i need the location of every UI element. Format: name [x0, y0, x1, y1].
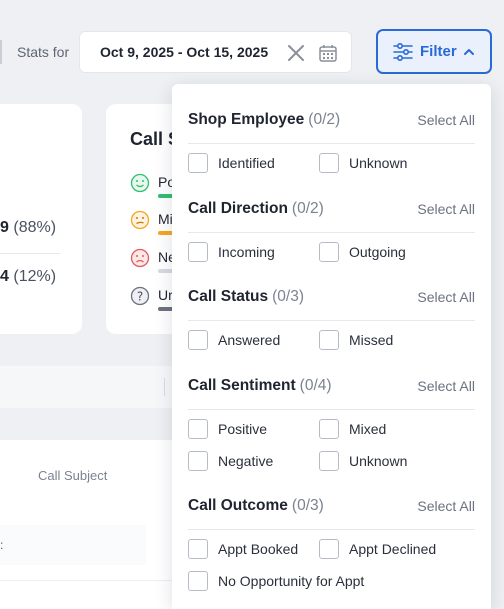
truncated-cell-text: :	[0, 538, 4, 552]
checkbox[interactable]	[188, 153, 208, 173]
sentiment-label: Mi	[158, 211, 173, 227]
checkbox[interactable]	[188, 539, 208, 559]
select-all-link[interactable]: Select All	[417, 112, 475, 128]
sliders-icon	[393, 43, 413, 61]
checkbox[interactable]	[319, 451, 339, 471]
option-label: No Opportunity for Appt	[218, 573, 365, 589]
calendar-icon[interactable]	[318, 43, 338, 63]
checkbox[interactable]	[319, 419, 339, 439]
toolbar-divider	[164, 378, 165, 396]
option-label: Appt Declined	[349, 541, 437, 557]
happy-face-icon	[130, 173, 150, 193]
question-icon: ?	[130, 286, 150, 306]
table-row[interactable]	[0, 525, 146, 565]
section-count: (0/2)	[291, 200, 324, 217]
column-header-call-subject[interactable]: Call Subject	[38, 468, 107, 483]
stat-row-2: 4 (12%)	[0, 268, 56, 286]
select-all-link[interactable]: Select All	[417, 201, 475, 217]
chevron-up-icon	[464, 49, 474, 55]
section-divider	[188, 409, 475, 410]
option-label: Answered	[218, 332, 281, 348]
option-label: Identified	[218, 155, 275, 171]
stat-value: 4	[0, 268, 9, 285]
checkbox[interactable]	[319, 153, 339, 173]
checkbox[interactable]	[319, 539, 339, 559]
date-range-text: Oct 9, 2025 - Oct 15, 2025	[100, 44, 269, 60]
section-count: (0/3)	[272, 288, 304, 305]
option-label: Negative	[218, 453, 274, 469]
clear-date-icon[interactable]	[286, 43, 306, 63]
stat-value: 9	[0, 219, 9, 236]
option-label: Mixed	[349, 421, 387, 437]
section-count: (0/4)	[299, 377, 332, 394]
section-title: Call Direction (0/2)	[188, 200, 324, 217]
section-title: Call Status (0/3)	[188, 288, 304, 305]
date-range-picker[interactable]: Oct 9, 2025 - Oct 15, 2025	[79, 31, 352, 73]
filter-button[interactable]: Filter	[376, 29, 492, 74]
section-divider	[188, 143, 475, 144]
sad-face-icon	[130, 248, 150, 268]
select-all-link[interactable]: Select All	[417, 378, 475, 394]
section-title: Call Outcome (0/3)	[188, 497, 324, 514]
filter-label: Filter	[420, 43, 457, 60]
section-divider	[188, 320, 475, 321]
option-label: Appt Booked	[218, 541, 299, 557]
select-all-link[interactable]: Select All	[417, 289, 475, 305]
option-label: Positive	[218, 421, 268, 437]
stat-percent: (12%)	[13, 268, 57, 285]
stat-row-1: 9 (88%)	[0, 219, 56, 237]
sentiment-label: Ur	[158, 287, 173, 303]
section-title: Shop Employee (0/2)	[188, 111, 341, 128]
neutral-face-icon	[130, 210, 150, 230]
toolbar-divider	[0, 40, 2, 64]
checkbox[interactable]	[188, 571, 208, 591]
checkbox[interactable]	[319, 242, 339, 262]
stat-percent: (88%)	[13, 219, 57, 236]
checkbox[interactable]	[319, 330, 339, 350]
checkbox[interactable]	[188, 451, 208, 471]
checkbox[interactable]	[188, 419, 208, 439]
checkbox[interactable]	[188, 330, 208, 350]
filter-dropdown-panel: Shop Employee (0/2) Select All Identified…	[172, 84, 491, 609]
section-divider	[188, 529, 475, 530]
table-toolbar	[0, 366, 200, 408]
option-label: Incoming	[218, 244, 275, 260]
row-divider	[0, 580, 200, 581]
svg-text:?: ?	[137, 290, 143, 304]
section-count: (0/2)	[308, 111, 341, 128]
section-count: (0/3)	[291, 497, 324, 514]
option-label: Missed	[349, 332, 394, 348]
stats-for-label: Stats for	[17, 44, 70, 60]
select-all-link[interactable]: Select All	[417, 498, 475, 514]
option-label: Outgoing	[349, 244, 406, 260]
card-divider	[0, 253, 60, 254]
option-label: Unknown	[349, 453, 408, 469]
section-divider	[188, 232, 475, 233]
option-label: Unknown	[349, 155, 408, 171]
checkbox[interactable]	[188, 242, 208, 262]
section-title: Call Sentiment (0/4)	[188, 377, 332, 394]
